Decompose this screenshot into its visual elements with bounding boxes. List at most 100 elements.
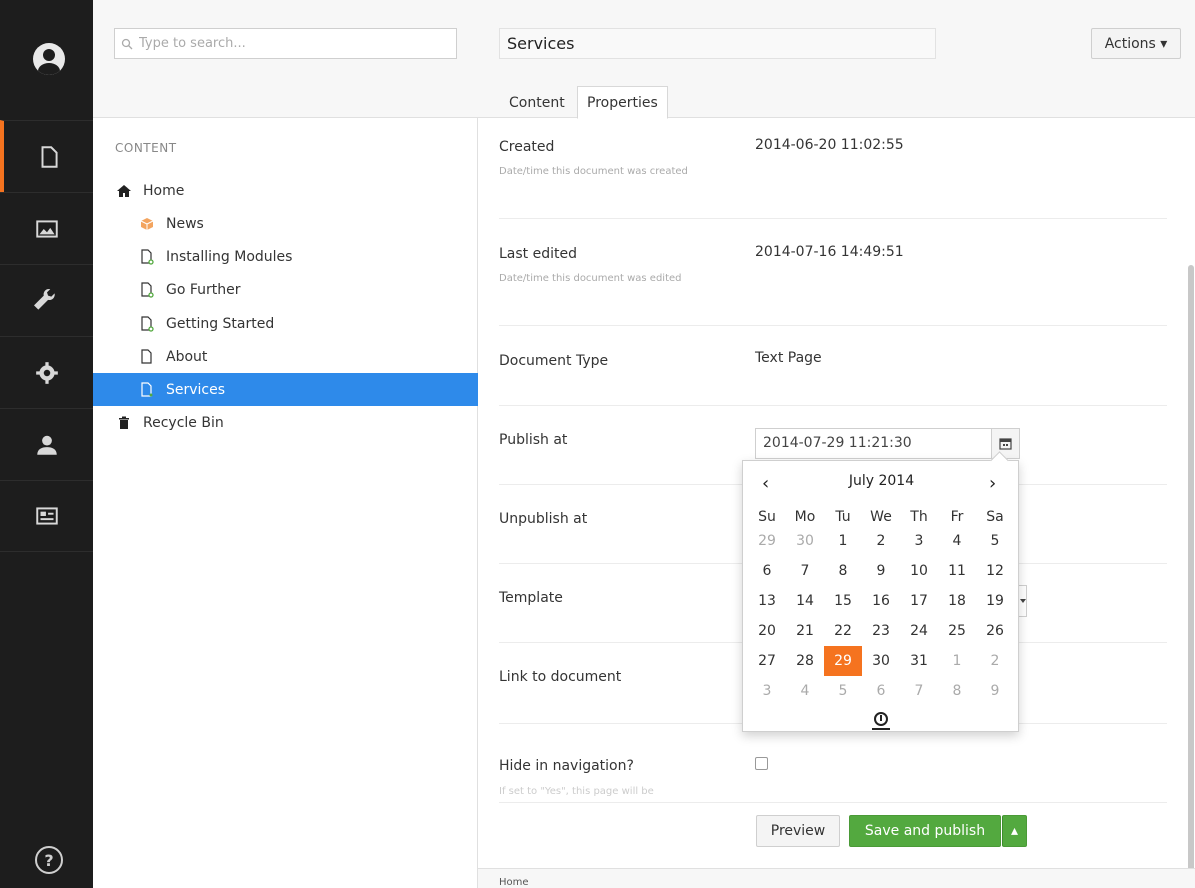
tree-item-about[interactable]: About [93, 340, 478, 373]
datepicker-day[interactable]: 7 [786, 556, 824, 586]
image-icon [35, 219, 58, 238]
datepicker-day[interactable]: 10 [900, 556, 938, 586]
datepicker-week: 27 28 29 30 31 1 2 [748, 646, 1014, 676]
help-icon[interactable]: ? [35, 846, 63, 874]
datepicker-day[interactable]: 9 [976, 676, 1014, 706]
tree-item-go-further[interactable]: Go Further [93, 273, 478, 306]
datepicker-day[interactable]: 29 [824, 646, 862, 676]
prop-desc-created: Date/time this document was created [499, 166, 688, 177]
section-media[interactable] [0, 192, 93, 264]
home-icon [115, 182, 133, 200]
datepicker-day[interactable]: 14 [786, 586, 824, 616]
datepicker-day[interactable]: 3 [748, 676, 786, 706]
box-icon [138, 215, 156, 233]
section-settings[interactable] [0, 264, 93, 336]
datepicker-day[interactable]: 27 [748, 646, 786, 676]
tree-item-news[interactable]: News [93, 207, 478, 240]
scroll-thumb[interactable] [1188, 265, 1194, 885]
template-select[interactable] [1018, 585, 1027, 617]
datepicker-day[interactable]: 7 [900, 676, 938, 706]
tree-item-services[interactable]: Services [93, 373, 478, 406]
datepicker-day[interactable]: 15 [824, 586, 862, 616]
datepicker-day[interactable]: 24 [900, 616, 938, 646]
datepicker-day[interactable]: 1 [824, 526, 862, 556]
datepicker-day[interactable]: 8 [824, 556, 862, 586]
datepicker-day[interactable]: 5 [976, 526, 1014, 556]
document-icon [138, 315, 156, 333]
datepicker-day[interactable]: 8 [938, 676, 976, 706]
datepicker-day[interactable]: 23 [862, 616, 900, 646]
datepicker-day[interactable]: 3 [900, 526, 938, 556]
document-name-field[interactable]: Services [499, 28, 936, 59]
datepicker-day[interactable]: 16 [862, 586, 900, 616]
datepicker-day[interactable]: 9 [862, 556, 900, 586]
datepicker-day[interactable]: 11 [938, 556, 976, 586]
scrollbar[interactable] [1186, 125, 1194, 885]
datepicker-prev-button[interactable]: ‹ [762, 473, 769, 494]
datepicker-day[interactable]: 2 [862, 526, 900, 556]
datepicker-week: 29 30 1 2 3 4 5 [748, 526, 1014, 556]
section-members[interactable] [0, 480, 93, 552]
user-icon [36, 435, 57, 455]
tree-item-getting-started[interactable]: Getting Started [93, 307, 478, 340]
save-and-publish-button[interactable]: Save and publish [849, 815, 1001, 847]
prop-label-created: Created [499, 139, 555, 155]
datepicker-day[interactable]: 26 [976, 616, 1014, 646]
datepicker-day[interactable]: 6 [862, 676, 900, 706]
breadcrumb[interactable]: Home [478, 868, 1195, 888]
datepicker-day[interactable]: 12 [976, 556, 1014, 586]
prop-desc-hide: If set to "Yes", this page will be [499, 786, 654, 797]
datepicker-day[interactable]: 25 [938, 616, 976, 646]
tab-properties[interactable]: Properties [577, 86, 668, 119]
actions-button[interactable]: Actions ▾ [1091, 28, 1181, 59]
datepicker-day[interactable]: 30 [862, 646, 900, 676]
datepicker-header: July 2014 ‹ › [743, 473, 1020, 494]
editor-header: Services Actions ▾ Content Properties [478, 0, 1195, 119]
tab-content[interactable]: Content [500, 86, 574, 119]
datepicker-day[interactable]: 13 [748, 586, 786, 616]
datepicker-day[interactable]: 31 [900, 646, 938, 676]
search-box[interactable] [114, 28, 457, 59]
datepicker-day[interactable]: 22 [824, 616, 862, 646]
datepicker-day[interactable]: 6 [748, 556, 786, 586]
search-input[interactable] [139, 36, 439, 51]
datepicker-day[interactable]: 28 [786, 646, 824, 676]
datepicker-day[interactable]: 1 [938, 646, 976, 676]
prop-value-edited: 2014-07-16 14:49:51 [755, 244, 904, 260]
document-icon [138, 248, 156, 266]
datepicker-day[interactable]: 4 [938, 526, 976, 556]
tree-item-label: Go Further [166, 281, 241, 298]
datepicker-day[interactable]: 29 [748, 526, 786, 556]
datepicker-day[interactable]: 2 [976, 646, 1014, 676]
wrench-icon [33, 288, 55, 310]
search-area [93, 0, 478, 118]
tree-item-recycle-bin[interactable]: Recycle Bin [93, 406, 478, 439]
publish-date-input[interactable]: 2014-07-29 11:21:30 [755, 428, 992, 459]
datepicker-day[interactable]: 4 [786, 676, 824, 706]
prop-label-template: Template [499, 590, 563, 606]
divider [499, 218, 1167, 219]
hide-in-nav-checkbox[interactable] [755, 757, 768, 770]
datepicker-day[interactable]: 18 [938, 586, 976, 616]
clock-icon[interactable] [874, 712, 888, 726]
datepicker-week: 20 21 22 23 24 25 26 [748, 616, 1014, 646]
tree-item-home[interactable]: Home [93, 174, 478, 207]
datepicker-day[interactable]: 19 [976, 586, 1014, 616]
user-avatar[interactable] [33, 43, 65, 75]
datepicker-day[interactable]: 30 [786, 526, 824, 556]
section-content[interactable] [0, 120, 93, 192]
datepicker-grid: 29 30 1 2 3 4 5 6 7 8 9 10 11 12 13 14 15 16 17 18 19 20 21 22 2… [748, 526, 1014, 706]
preview-button[interactable]: Preview [756, 815, 840, 847]
datepicker-day[interactable]: 20 [748, 616, 786, 646]
datepicker-day[interactable]: 17 [900, 586, 938, 616]
prop-label-unpublish: Unpublish at [499, 511, 588, 527]
datepicker-month-label[interactable]: July 2014 [743, 473, 1020, 489]
datepicker-day[interactable]: 21 [786, 616, 824, 646]
save-options-caret[interactable]: ▴ [1002, 815, 1027, 847]
tree-item-installing-modules[interactable]: Installing Modules [93, 240, 478, 273]
datepicker-day[interactable]: 5 [824, 676, 862, 706]
document-icon [138, 381, 156, 399]
section-users[interactable] [0, 408, 93, 480]
section-developer[interactable] [0, 336, 93, 408]
datepicker-next-button[interactable]: › [989, 473, 996, 494]
